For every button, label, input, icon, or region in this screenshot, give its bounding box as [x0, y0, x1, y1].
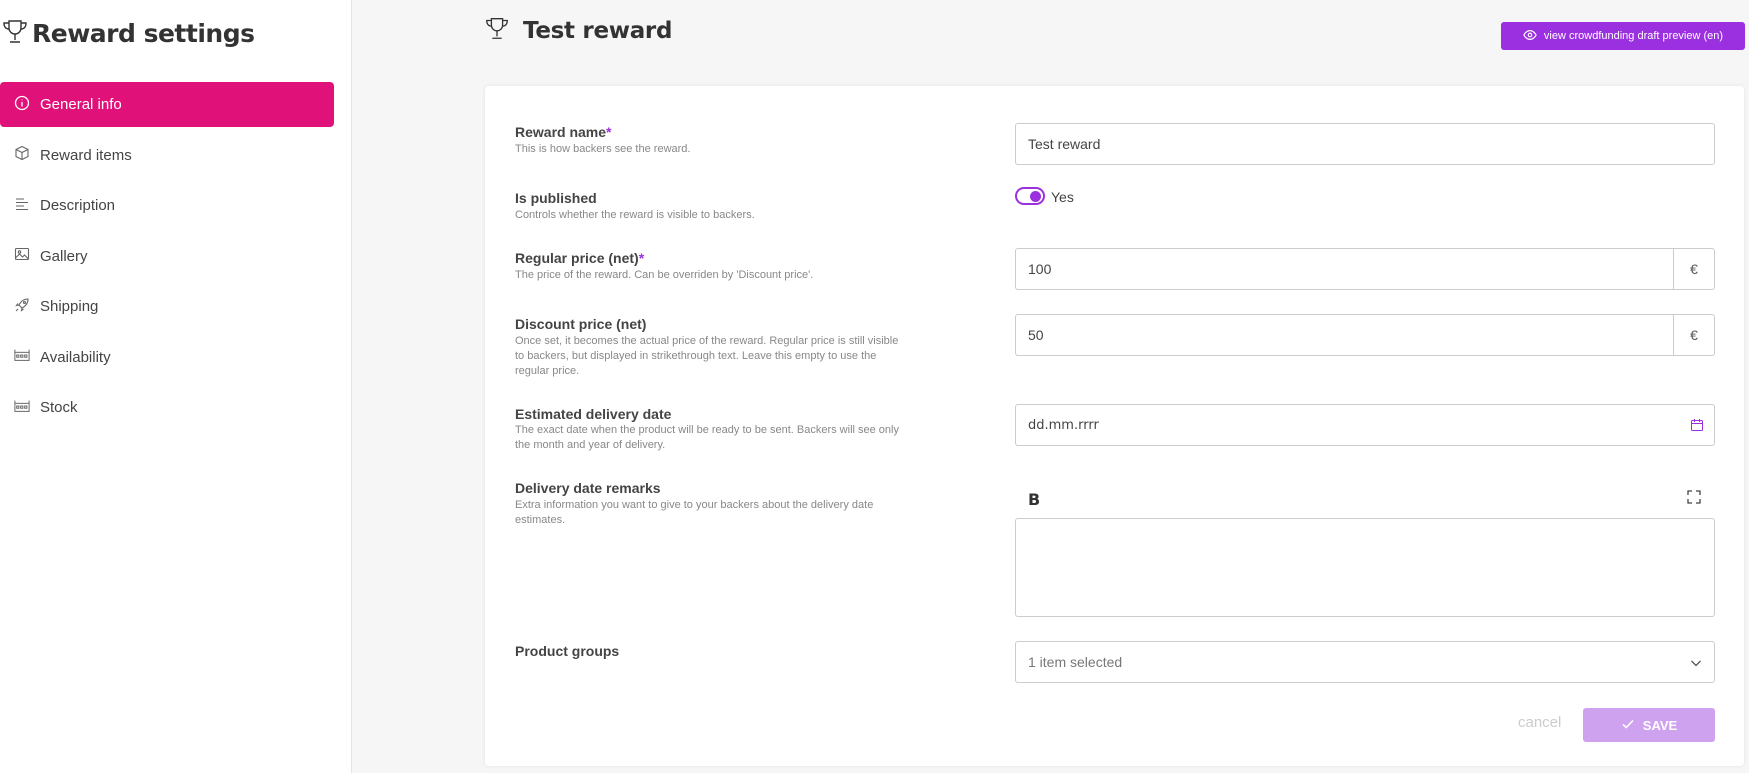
image-icon [14, 246, 40, 266]
preview-button-label: view crowdfunding draft preview (en) [1543, 30, 1724, 42]
save-button-label: SAVE [1642, 717, 1678, 733]
discount-price-hint: Once set, it becomes the actual price of… [515, 335, 899, 377]
reward-name-input[interactable]: Test reward [1015, 123, 1715, 165]
page-title: Test reward [523, 17, 673, 44]
sidebar-item-label: Stock [40, 399, 78, 416]
currency-suffix: € [1673, 315, 1714, 355]
delivery-date-placeholder: dd.mm.rrrr [1028, 417, 1099, 433]
trophy-icon [483, 14, 511, 47]
sidebar-item-label: Reward items [40, 146, 132, 164]
delivery-date-input[interactable]: dd.mm.rrrr [1015, 404, 1715, 446]
sidebar-item-general-info[interactable]: General info [0, 82, 334, 127]
trophy-icon [0, 16, 30, 51]
sidebar-item-label: Shipping [40, 298, 99, 315]
text-lines-icon [14, 196, 40, 216]
sidebar-header: Reward settings [0, 16, 255, 51]
regular-price-label: Regular price (net)* [515, 250, 645, 266]
cancel-button[interactable]: cancel [1518, 714, 1561, 731]
check-icon [1621, 717, 1635, 734]
is-published-toggle-label: Yes [1051, 189, 1074, 205]
product-groups-select[interactable]: 1 item selected [1015, 641, 1715, 683]
box-icon [14, 145, 40, 165]
currency-suffix: € [1673, 249, 1714, 289]
discount-price-value: 50 [1028, 327, 1044, 343]
regular-price-hint: The price of the reward. Can be override… [515, 269, 814, 281]
sidebar-item-shipping[interactable]: Shipping [0, 284, 334, 329]
regular-price-input[interactable]: 100 € [1015, 248, 1715, 290]
is-published-label: Is published [515, 190, 597, 206]
sidebar-nav: General info Reward items Description Ga… [0, 82, 334, 436]
sidebar-item-description[interactable]: Description [0, 183, 334, 228]
reward-name-label: Reward name* [515, 124, 612, 140]
eye-icon [1523, 28, 1537, 45]
preview-button[interactable]: view crowdfunding draft preview (en) [1501, 22, 1745, 50]
sidebar-item-label: General info [40, 96, 122, 113]
delivery-remarks-label: Delivery date remarks [515, 480, 661, 496]
sidebar-item-gallery[interactable]: Gallery [0, 234, 334, 279]
page-header: Test reward [483, 14, 672, 47]
sidebar-title: Reward settings [32, 19, 255, 48]
rocket-icon [14, 297, 40, 317]
is-published-hint: Controls whether the reward is visible t… [515, 209, 755, 221]
delivery-remarks-textarea[interactable] [1015, 518, 1715, 617]
sidebar-item-stock[interactable]: Stock [0, 385, 334, 430]
is-published-toggle[interactable] [1015, 187, 1045, 205]
delivery-date-hint: The exact date when the product will be … [515, 424, 899, 451]
delivery-remarks-hint: Extra information you want to give to yo… [515, 499, 874, 526]
info-icon [14, 95, 40, 115]
reward-name-value: Test reward [1028, 136, 1101, 152]
bold-button[interactable]: B [1028, 490, 1040, 509]
delivery-date-label: Estimated delivery date [515, 406, 672, 422]
regular-price-value: 100 [1028, 261, 1052, 277]
calendar-grid-icon [14, 347, 40, 367]
toggle-knob [1030, 190, 1041, 202]
sidebar-item-label: Description [40, 197, 116, 214]
sidebar-item-label: Availability [40, 348, 111, 366]
product-groups-value: 1 item selected [1028, 654, 1123, 670]
calendar-grid-icon [14, 398, 40, 418]
form-card: Reward name* This is how backers see the… [485, 86, 1744, 766]
sidebar-item-reward-items[interactable]: Reward items [0, 133, 334, 178]
sidebar-item-availability[interactable]: Availability [0, 335, 334, 380]
save-button[interactable]: SAVE [1583, 708, 1715, 742]
sidebar: Reward settings General info Reward item… [0, 0, 352, 773]
sidebar-item-label: Gallery [40, 247, 88, 265]
reward-name-hint: This is how backers see the reward. [515, 143, 691, 155]
product-groups-label: Product groups [515, 643, 620, 659]
discount-price-label: Discount price (net) [515, 316, 647, 332]
discount-price-input[interactable]: 50 € [1015, 314, 1715, 356]
